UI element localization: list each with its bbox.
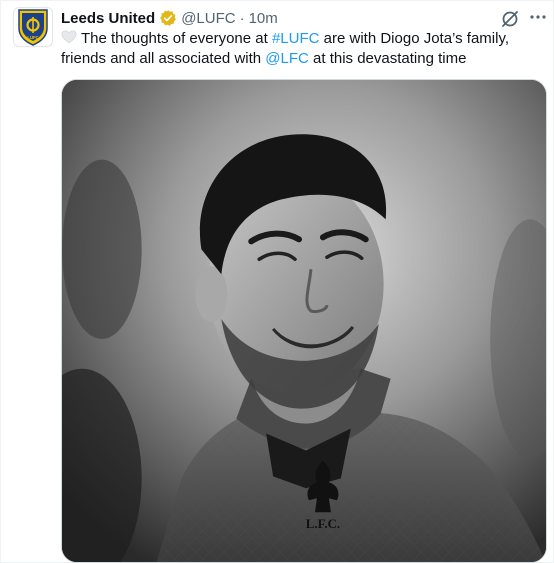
player-photo: L.F.C. — [62, 80, 546, 562]
more-icon[interactable] — [527, 7, 549, 29]
tweet-header: Leeds United @LUFC · 10m — [61, 7, 278, 29]
author-handle[interactable]: @LUFC — [181, 10, 235, 27]
tweet-text-part3: at this devastating time — [308, 50, 467, 67]
leeds-crest-icon: LUFC — [18, 9, 48, 46]
white-heart-icon — [61, 30, 77, 44]
mention-link[interactable]: @LFC — [265, 50, 309, 67]
shirt-text: L.F.C. — [306, 516, 340, 531]
tweet-text-part1: The thoughts of everyone at — [81, 30, 272, 47]
crest-lettering: LUFC — [27, 35, 38, 40]
timestamp[interactable]: 10m — [249, 10, 278, 27]
separator-dot: · — [239, 9, 245, 27]
avatar[interactable]: LUFC — [13, 7, 53, 47]
tweet-text: The thoughts of everyone at #LUFC are wi… — [61, 29, 547, 69]
author-name[interactable]: Leeds United — [61, 10, 155, 27]
gold-verified-badge-icon[interactable] — [159, 9, 177, 27]
grok-icon[interactable] — [500, 9, 520, 29]
tweet-card[interactable]: LUFC Leeds United @LUFC · 10m The though… — [0, 0, 554, 563]
tweet-photo[interactable]: L.F.C. — [61, 79, 547, 563]
hashtag-link[interactable]: #LUFC — [272, 30, 320, 47]
